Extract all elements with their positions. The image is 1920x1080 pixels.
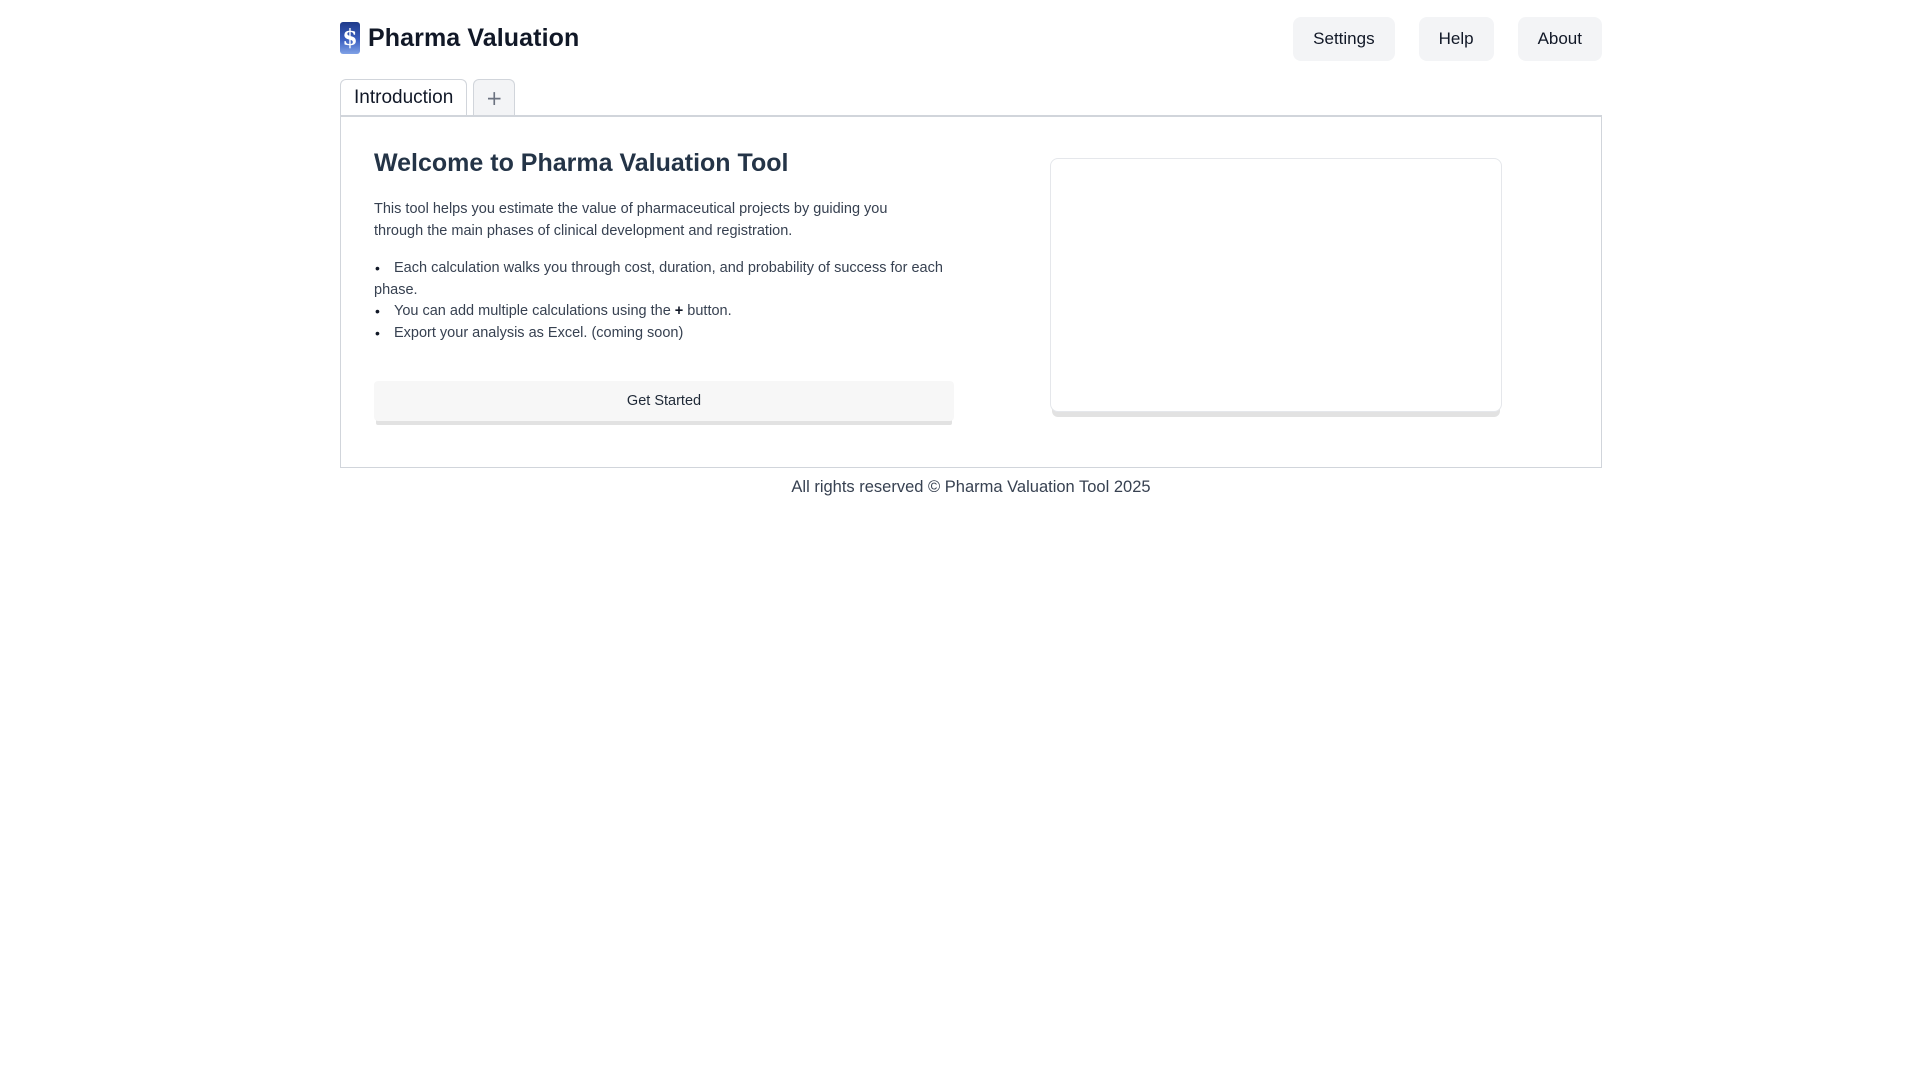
app-root: $ Pharma Valuation Settings Help About I… [0,0,1920,1080]
top-nav: Settings Help About [1293,17,1602,61]
list-item-text: Export your analysis as Excel. (coming s… [394,324,684,341]
intro-description-line-1: This tool helps you estimate the value o… [374,201,888,217]
footer-text: All rights reserved © Pharma Valuation T… [791,478,1151,496]
brand[interactable]: $ Pharma Valuation [340,22,579,54]
bullet-icon: • [375,260,380,276]
app-header: $ Pharma Valuation Settings Help About [340,0,1602,78]
tab-panel: Welcome to Pharma Valuation Tool This to… [340,115,1602,468]
feature-list: • Each calculation walks you through cost… [374,258,954,344]
list-item: • Each calculation walks you through cost… [374,258,954,301]
bullet-icon: • [375,303,380,319]
footer: All rights reserved © Pharma Valuation T… [340,478,1602,497]
list-item-text: Each calculation walks you through cost,… [374,260,943,298]
help-button[interactable]: Help [1418,17,1494,61]
tab-bar: Introduction + [340,78,1602,116]
add-tab-button[interactable]: + [473,79,516,116]
list-item-text: button. [683,303,732,319]
list-item: • Export your analysis as Excel. (coming … [374,323,954,345]
get-started-button[interactable]: Get Started [374,381,954,421]
preview-card [1050,158,1502,412]
tab-introduction[interactable]: Introduction [340,79,468,116]
intro-description: This tool helps you estimate the value o… [374,198,954,242]
settings-button[interactable]: Settings [1293,17,1395,61]
intro-title: Welcome to Pharma Valuation Tool [374,149,789,177]
main-container: $ Pharma Valuation Settings Help About I… [340,0,1602,497]
app-title: Pharma Valuation [368,23,580,52]
dollar-logo-icon: $ [340,22,360,54]
plus-symbol: + [674,303,684,319]
intro-section: Welcome to Pharma Valuation Tool This to… [374,149,954,344]
bullet-icon: • [375,324,380,341]
about-button[interactable]: About [1517,17,1602,61]
list-item-text: You can add multiple calculations using … [394,303,675,319]
intro-description-line-2: through the main phases of clinical deve… [374,223,793,239]
get-started-wrapper: Get Started [374,381,954,421]
list-item: • You can add multiple calculations using… [374,301,954,323]
plus-icon: + [485,86,503,110]
